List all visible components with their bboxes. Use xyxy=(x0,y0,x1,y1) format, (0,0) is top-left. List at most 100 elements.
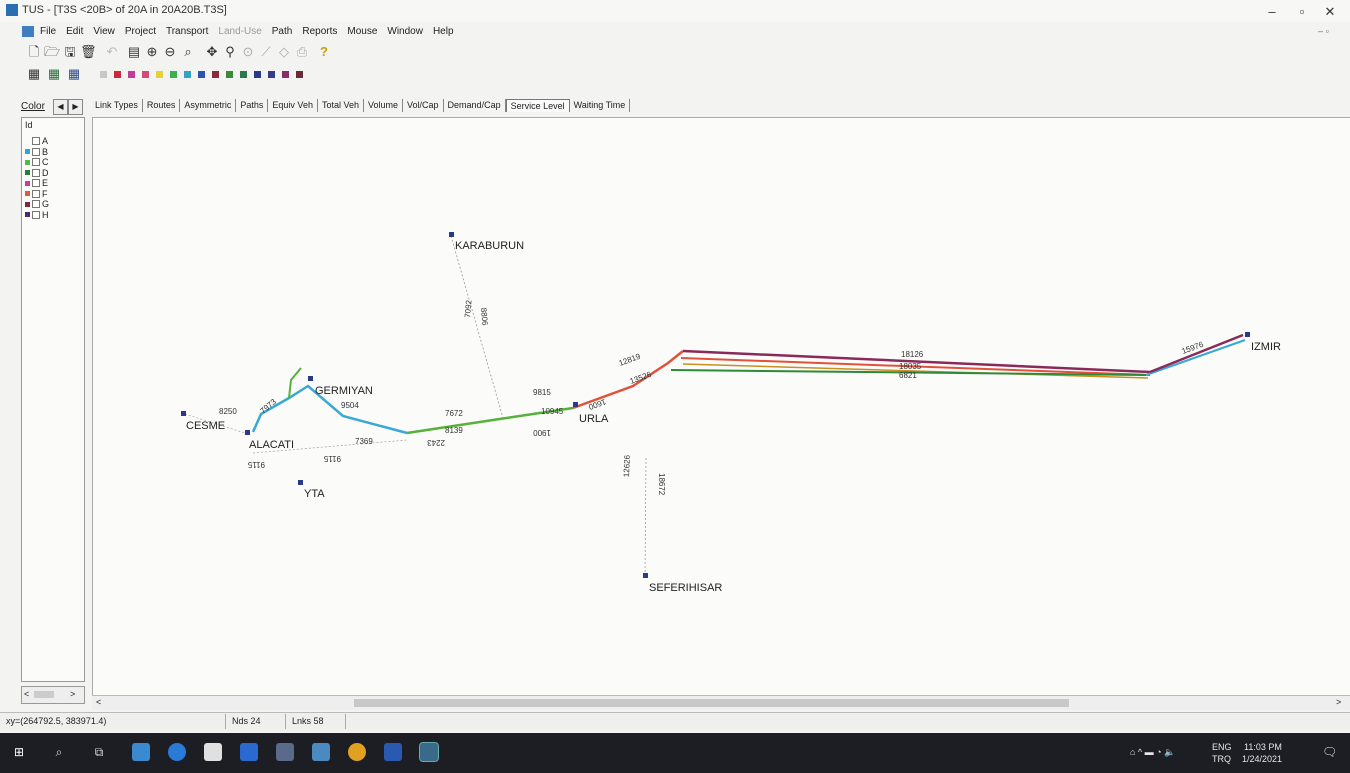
open-folder-icon[interactable]: 🗁 xyxy=(44,44,60,60)
store-icon[interactable] xyxy=(204,743,222,761)
tab[interactable]: Total Veh xyxy=(318,99,364,112)
tab[interactable]: Equiv Veh xyxy=(268,99,318,112)
menu-item[interactable]: Land-Use xyxy=(218,26,261,37)
delete-icon[interactable]: 🗑 xyxy=(80,44,97,60)
legend-checkbox[interactable] xyxy=(32,210,40,219)
scroll-left-arrow-icon[interactable]: < xyxy=(24,689,29,699)
new-file-icon[interactable]: 🗋 xyxy=(26,44,42,60)
color-swatch[interactable] xyxy=(156,71,163,78)
scroll-right-arrow-icon[interactable]: > xyxy=(1336,697,1341,707)
tab[interactable]: Service Level xyxy=(505,99,570,112)
menu-item[interactable]: File xyxy=(40,26,56,37)
link-izmir-purple[interactable] xyxy=(1149,333,1244,374)
legend-checkbox[interactable] xyxy=(32,147,40,156)
teams-icon[interactable] xyxy=(312,743,330,761)
clock-time[interactable]: 11:03 PM xyxy=(1244,742,1282,752)
link-icon[interactable]: ⟋ xyxy=(258,44,274,60)
pan-icon[interactable]: ✥ xyxy=(204,44,220,60)
search-icon[interactable]: ⌕ xyxy=(50,743,68,761)
tab[interactable]: Demand/Cap xyxy=(444,99,506,112)
tab-scroll-left-button[interactable]: ◀ xyxy=(53,99,68,115)
doc-window-controls[interactable]: – ▫ xyxy=(1318,26,1329,36)
color-swatch[interactable] xyxy=(240,71,247,78)
color-swatch[interactable] xyxy=(114,71,121,78)
color-swatch[interactable] xyxy=(198,71,205,78)
tab[interactable]: Paths xyxy=(236,99,269,112)
legend-item[interactable]: E xyxy=(25,178,48,188)
legend-item[interactable]: G xyxy=(25,199,49,209)
document-icon[interactable] xyxy=(22,26,34,37)
close-button[interactable]: ✕ xyxy=(1310,2,1350,22)
menu-item[interactable]: Transport xyxy=(166,26,208,37)
color-swatch[interactable] xyxy=(128,71,135,78)
edge-browser-icon[interactable] xyxy=(168,743,186,761)
save-icon[interactable]: 🖫 xyxy=(62,44,78,60)
layer-alt-icon[interactable]: ▦ xyxy=(66,66,82,82)
mail-icon[interactable] xyxy=(240,743,258,761)
node-seferihisar[interactable] xyxy=(643,573,648,578)
menu-item[interactable]: Window xyxy=(387,26,423,37)
node-izmir[interactable] xyxy=(1245,332,1250,337)
scroll-left-arrow-icon[interactable]: < xyxy=(96,697,101,707)
windows-start-icon[interactable]: ⊞ xyxy=(10,743,28,761)
legend-item[interactable]: F xyxy=(25,189,48,199)
tab[interactable]: Waiting Time xyxy=(570,99,631,112)
tab[interactable]: Routes xyxy=(143,99,181,112)
clock-date[interactable]: 1/24/2021 xyxy=(1242,754,1282,764)
network-icon[interactable]: ⚲ xyxy=(222,44,238,60)
color-swatch[interactable] xyxy=(282,71,289,78)
print-icon[interactable]: ⎙ xyxy=(294,44,310,60)
tab[interactable]: Vol/Cap xyxy=(403,99,444,112)
node-alacati[interactable] xyxy=(245,430,250,435)
legend-item[interactable]: C xyxy=(25,157,49,167)
legend-scrollbar[interactable]: < > xyxy=(21,686,85,704)
task-view-icon[interactable]: ⧉ xyxy=(90,743,108,761)
color-swatch[interactable] xyxy=(268,71,275,78)
scroll-thumb[interactable] xyxy=(34,691,54,698)
tab-scroll-right-button[interactable]: ▶ xyxy=(68,99,83,115)
scroll-thumb[interactable] xyxy=(354,699,1069,707)
photos-icon[interactable] xyxy=(132,743,150,761)
layer-icon[interactable]: ▦ xyxy=(46,66,62,82)
shape-icon[interactable]: ◇ xyxy=(276,44,292,60)
node-urla[interactable] xyxy=(573,402,578,407)
menu-item[interactable]: Mouse xyxy=(347,26,377,37)
language-bottom[interactable]: TRQ xyxy=(1212,754,1231,764)
map-horizontal-scrollbar[interactable]: < > xyxy=(92,695,1350,710)
undo-icon[interactable]: ↶ xyxy=(104,44,120,60)
scroll-right-arrow-icon[interactable]: > xyxy=(70,689,75,699)
color-swatch[interactable] xyxy=(226,71,233,78)
tus-app-taskbar-icon[interactable] xyxy=(419,742,439,762)
page-icon[interactable]: ▤ xyxy=(126,44,142,60)
legend-item[interactable]: D xyxy=(25,168,49,178)
menu-item[interactable]: Reports xyxy=(302,26,337,37)
legend-checkbox[interactable] xyxy=(32,200,40,208)
legend-checkbox[interactable] xyxy=(32,189,40,198)
network-map-canvas[interactable]: KARABURUN GERMIYAN CESME ALACATI YTA URL… xyxy=(92,117,1350,696)
color-swatch[interactable] xyxy=(296,71,303,78)
notification-icon[interactable]: 🗨 xyxy=(1322,745,1337,759)
legend-checkbox[interactable] xyxy=(32,158,40,166)
menu-item[interactable]: Help xyxy=(433,26,454,37)
tab[interactable]: Asymmetric xyxy=(180,99,237,112)
legend-item[interactable]: A xyxy=(25,136,48,146)
media-icon[interactable] xyxy=(276,743,294,761)
menu-item[interactable]: View xyxy=(93,26,115,37)
color-swatch[interactable] xyxy=(142,71,149,78)
menu-item[interactable]: Project xyxy=(125,26,156,37)
legend-item[interactable]: B xyxy=(25,147,48,157)
color-swatch[interactable] xyxy=(170,71,177,78)
language-top[interactable]: ENG xyxy=(1212,742,1232,752)
tray-icons[interactable]: ⌂ ^ ▬ ◔ 🔈 xyxy=(1130,747,1175,758)
legend-item[interactable]: H xyxy=(25,210,49,220)
node-icon[interactable]: ⊙ xyxy=(240,44,256,60)
chrome-browser-icon[interactable] xyxy=(348,743,366,761)
tab[interactable]: Volume xyxy=(364,99,404,112)
node-yta[interactable] xyxy=(298,480,303,485)
color-swatch[interactable] xyxy=(100,71,107,78)
menu-item[interactable]: Path xyxy=(272,26,293,37)
word-icon[interactable] xyxy=(384,743,402,761)
node-cesme[interactable] xyxy=(181,411,186,416)
zoom-select-icon[interactable]: ⌕ xyxy=(180,44,196,60)
help-icon[interactable]: ? xyxy=(316,44,332,60)
